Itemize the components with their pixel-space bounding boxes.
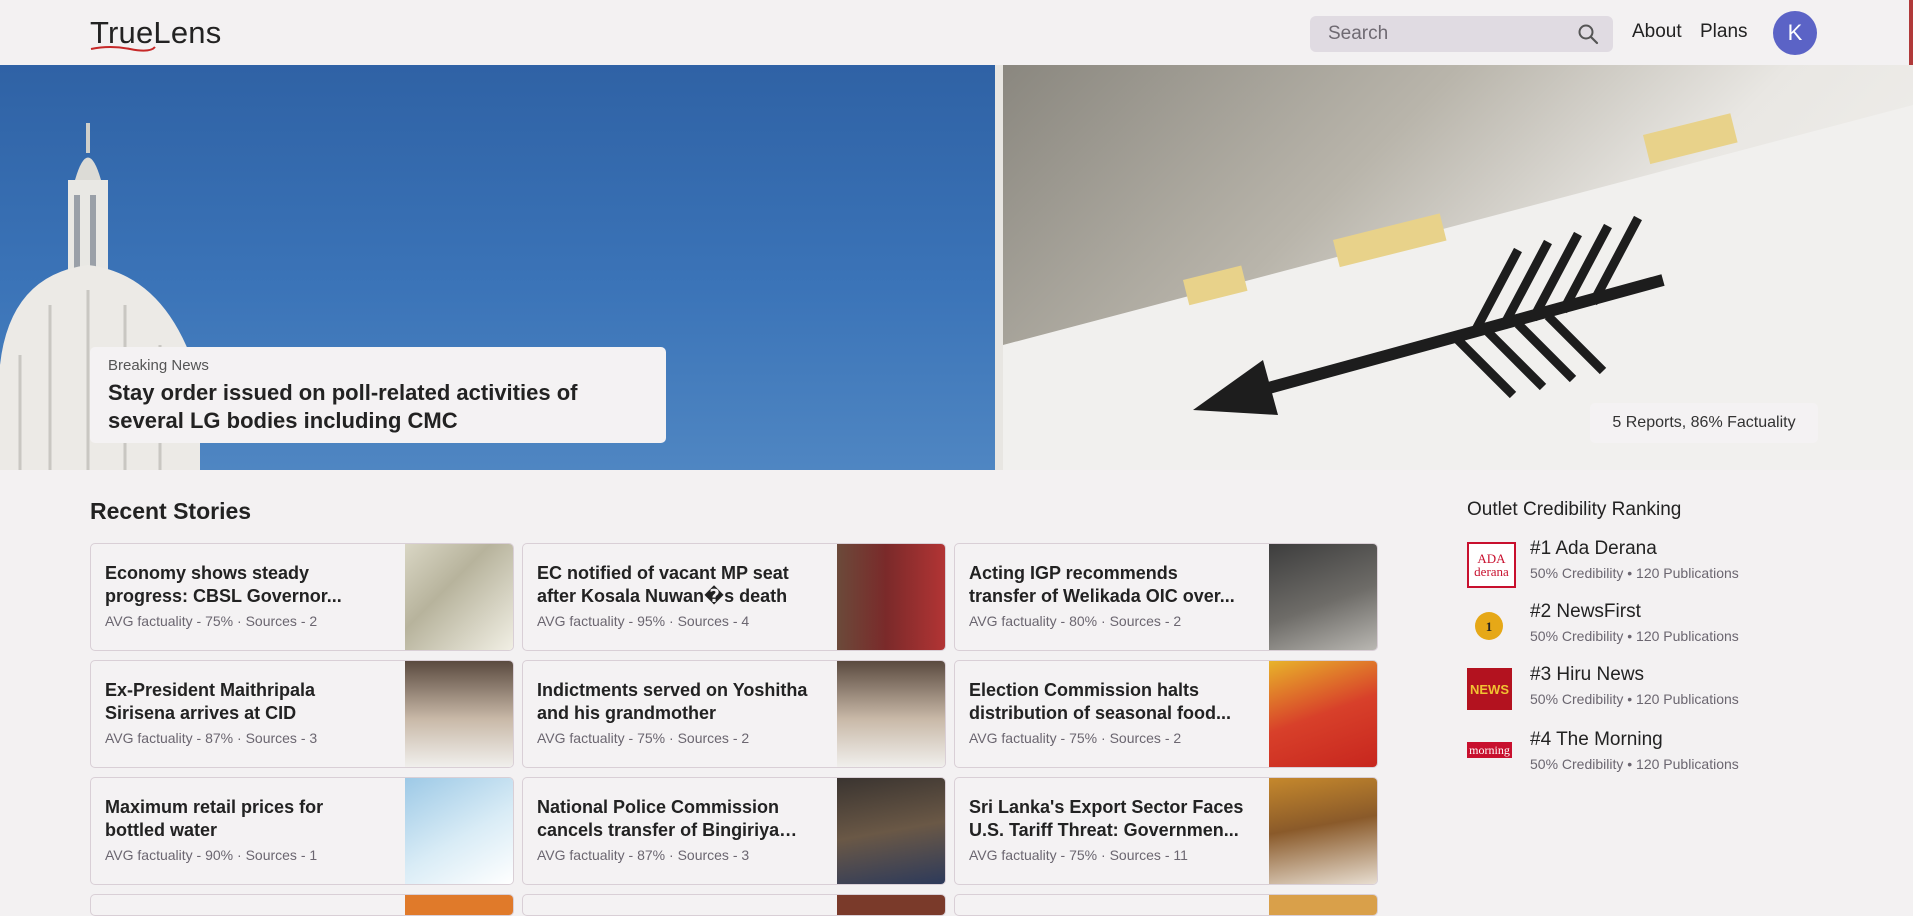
credibility-ranking-title: Outlet Credibility Ranking <box>1467 499 1682 520</box>
search-icon[interactable] <box>1577 23 1599 45</box>
outlet-rank-item[interactable]: ADA derana #1 Ada Derana 50% Credibility •… <box>1467 538 1787 588</box>
meeting-icon[interactable] <box>1269 778 1377 884</box>
avatar[interactable]: K <box>1773 11 1817 55</box>
logo-underline-icon <box>90 46 156 52</box>
story-title[interactable]: Economy shows steady progress: CBSL Gove… <box>105 562 380 608</box>
story-title[interactable]: Acting IGP recommends transfer of Welika… <box>969 562 1244 608</box>
hero-divider <box>995 65 1003 470</box>
story-card[interactable]: National Police Commission cancels trans… <box>522 777 946 885</box>
story-card[interactable]: Acting IGP recommends transfer of Welika… <box>954 543 1378 651</box>
crowd-icon[interactable] <box>1269 544 1377 650</box>
story-title[interactable]: Ex-President Maithripala Sirisena arrive… <box>105 679 380 725</box>
outlet-logo-icon: 1 <box>1475 612 1503 640</box>
story-title[interactable]: Maximum retail prices for bottled water <box>105 796 380 842</box>
story-meta: AVG factuality - 75% · Sources - 2 <box>537 730 750 746</box>
hero-factuality-badge: 5 Reports, 86% Factuality <box>1590 403 1818 443</box>
search-input[interactable] <box>1310 22 1570 46</box>
story-card[interactable] <box>954 894 1378 916</box>
outlet-name[interactable]: #4 The Morning <box>1530 729 1663 751</box>
outlet-stats: 50% Credibility • 120 Publications <box>1530 628 1739 644</box>
hero-kicker: Breaking News <box>108 357 209 374</box>
story-card[interactable] <box>90 894 514 916</box>
story-title[interactable]: Sri Lanka's Export Sector Faces U.S. Tar… <box>969 796 1244 842</box>
story-card[interactable]: Ex-President Maithripala Sirisena arrive… <box>90 660 514 768</box>
outlet-logo-icon: NEWS <box>1467 668 1512 710</box>
story-meta: AVG factuality - 95% · Sources - 4 <box>537 613 750 629</box>
story-meta: AVG factuality - 87% · Sources - 3 <box>105 730 318 746</box>
search-box[interactable] <box>1310 16 1613 52</box>
money-icon[interactable] <box>405 544 513 650</box>
nav-about-link[interactable]: About <box>1632 21 1682 43</box>
outlet-name[interactable]: #2 NewsFirst <box>1530 601 1641 623</box>
nav-plans-link[interactable]: Plans <box>1700 21 1748 43</box>
story-card[interactable]: Maximum retail prices for bottled water A… <box>90 777 514 885</box>
story-card[interactable]: Economy shows steady progress: CBSL Gove… <box>90 543 514 651</box>
police-icon[interactable] <box>837 778 945 884</box>
story-title[interactable]: EC notified of vacant MP seat after Kosa… <box>537 562 812 608</box>
recent-stories-title: Recent Stories <box>90 498 252 524</box>
story-title[interactable]: National Police Commission cancels trans… <box>537 796 812 842</box>
outlet-rank-item[interactable]: NEWS #3 Hiru News 50% Credibility • 120 Pu… <box>1467 664 1787 714</box>
outlet-name[interactable]: #3 Hiru News <box>1530 664 1644 686</box>
story-card[interactable]: Sri Lanka's Export Sector Faces U.S. Tar… <box>954 777 1378 885</box>
story-title[interactable]: Election Commission halts distribution o… <box>969 679 1244 725</box>
story-thumbnail-icon[interactable] <box>405 895 513 915</box>
story-meta: AVG factuality - 87% · Sources - 3 <box>537 847 750 863</box>
outlet-stats: 50% Credibility • 120 Publications <box>1530 756 1739 772</box>
outlet-name[interactable]: #1 Ada Derana <box>1530 538 1657 560</box>
outlet-stats: 50% Credibility • 120 Publications <box>1530 691 1739 707</box>
story-thumbnail-icon[interactable] <box>837 895 945 915</box>
water-bottle-icon[interactable] <box>405 778 513 884</box>
story-meta: AVG factuality - 75% · Sources - 2 <box>969 730 1182 746</box>
parliament-icon[interactable] <box>837 544 945 650</box>
hero-headline-card[interactable]: Breaking News Stay order issued on poll-… <box>90 347 666 443</box>
outlet-logo-icon: morning <box>1467 742 1512 758</box>
outlet-logo-icon: ADA derana <box>1467 542 1516 588</box>
portrait-icon[interactable] <box>837 661 945 767</box>
story-meta: AVG factuality - 75% · Sources - 2 <box>105 613 318 629</box>
portrait-icon[interactable] <box>405 661 513 767</box>
story-meta: AVG factuality - 75% · Sources - 11 <box>969 847 1188 863</box>
outlet-rank-item[interactable]: morning #4 The Morning 50% Credibility • 1… <box>1467 729 1787 779</box>
hero-headline[interactable]: Stay order issued on poll-related activi… <box>108 379 648 435</box>
outlet-stats: 50% Credibility • 120 Publications <box>1530 565 1739 581</box>
story-meta: AVG factuality - 80% · Sources - 2 <box>969 613 1182 629</box>
story-card[interactable]: EC notified of vacant MP seat after Kosa… <box>522 543 946 651</box>
story-meta: AVG factuality - 90% · Sources - 1 <box>105 847 318 863</box>
story-card[interactable]: Election Commission halts distribution o… <box>954 660 1378 768</box>
story-card[interactable] <box>522 894 946 916</box>
story-title[interactable]: Indictments served on Yoshitha and his g… <box>537 679 812 725</box>
top-header: TrueLens About Plans K <box>0 0 1913 66</box>
food-bag-icon[interactable] <box>1269 661 1377 767</box>
story-thumbnail-icon[interactable] <box>1269 895 1377 915</box>
outlet-rank-item[interactable]: 1 #2 NewsFirst 50% Credibility • 120 Publi… <box>1467 601 1787 651</box>
hero-banner[interactable]: Breaking News Stay order issued on poll-… <box>0 65 1913 470</box>
story-card[interactable]: Indictments served on Yoshitha and his g… <box>522 660 946 768</box>
